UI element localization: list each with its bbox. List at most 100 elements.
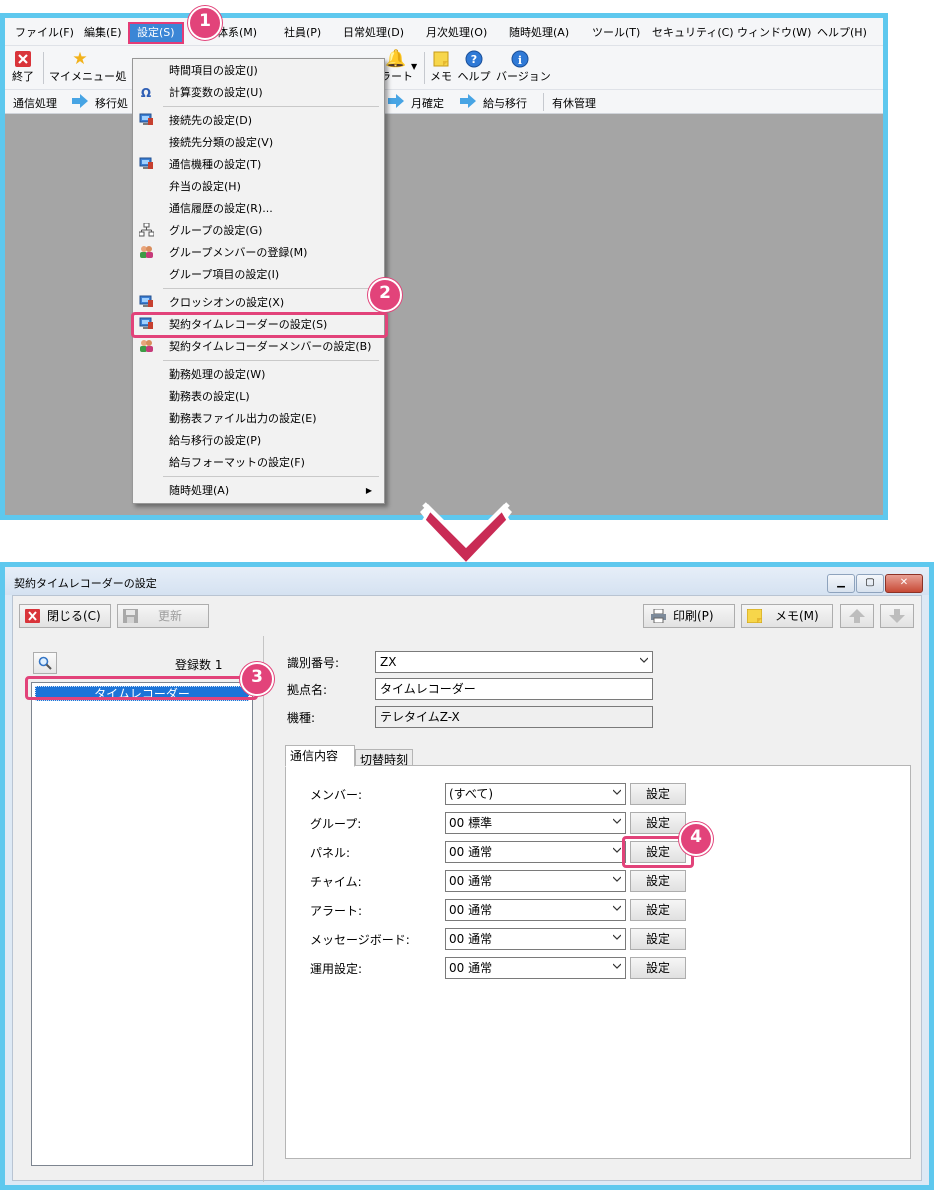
users-icon (138, 245, 154, 261)
setting-row-label: 運用設定: (310, 962, 363, 976)
setting-row-select[interactable]: 00 通常 (445, 899, 626, 921)
dropdown-item-5[interactable]: 通信機種の設定(T) (133, 154, 384, 176)
setting-row-set-button[interactable]: 設定 (630, 957, 686, 979)
dropdown-item-4[interactable]: 接続先分類の設定(V) (133, 132, 384, 154)
chevron-down-icon (613, 876, 621, 882)
bottom-screenshot-frame: 契約タイムレコーダーの設定 ▁ ▢ ✕ 閉じる(C) 更新 印刷(P) メモ(M… (0, 562, 934, 1190)
dropdown-item-13[interactable]: 契約タイムレコーダーメンバーの設定(B) (133, 336, 384, 358)
setting-row-select[interactable]: 00 通常 (445, 957, 626, 979)
dropdown-item-18[interactable]: 給与フォーマットの設定(F) (133, 452, 384, 474)
recorder-list[interactable]: タイムレコーダー (31, 682, 253, 1166)
setting-row-value: 00 通常 (449, 845, 493, 859)
dropdown-item-7[interactable]: 通信履歴の設定(R)... (133, 198, 384, 220)
printer-icon (651, 609, 666, 623)
menu-bar: ファイル(F) 編集(E) 設定(S) 体系(M) 社員(P) 日常処理(D) … (5, 18, 883, 46)
setting-row-label: パネル: (310, 846, 351, 860)
highlight-list-item (25, 676, 258, 700)
arrow-right-icon (460, 94, 476, 108)
exit-button[interactable]: 終了 (8, 48, 38, 88)
tab-communication[interactable]: 通信内容 (285, 745, 355, 767)
dropdown-item-8[interactable]: グループの設定(G) (133, 220, 384, 242)
highlight-contract-recorder-item (131, 312, 388, 338)
svg-text:i: i (518, 54, 522, 67)
info-icon: i (496, 48, 544, 70)
version-button[interactable]: i バージョン (496, 48, 551, 88)
callout-3: 3 (240, 662, 274, 696)
dropdown-item-label: グループメンバーの登録(M) (169, 246, 308, 259)
setting-row-set-button[interactable]: 設定 (630, 928, 686, 950)
setting-row-select[interactable]: (すべて) (445, 783, 626, 805)
arrow-up-icon (849, 609, 865, 623)
dropdown-item-label: 接続先の設定(D) (169, 114, 253, 127)
menu-security[interactable]: セキュリティ(C) (645, 24, 741, 42)
menu-adhoc[interactable]: 随時処理(A) (502, 24, 576, 42)
setting-row-select[interactable]: 00 通常 (445, 841, 626, 863)
dropdown-item-9[interactable]: グループメンバーの登録(M) (133, 242, 384, 264)
setting-row-set-button[interactable]: 設定 (630, 870, 686, 892)
toolbar-separator (543, 93, 544, 111)
minimize-button[interactable]: ▁ (827, 574, 855, 593)
setting-row-select[interactable]: 00 通常 (445, 928, 626, 950)
dropdown-item-6[interactable]: 弁当の設定(H) (133, 176, 384, 198)
chevron-down-icon (613, 963, 621, 969)
help-button[interactable]: ? ヘルプ (457, 48, 491, 88)
setting-row-select[interactable]: 00 標準 (445, 812, 626, 834)
note-icon (747, 609, 762, 623)
dropdown-item-3[interactable]: 接続先の設定(D) (133, 110, 384, 132)
dropdown-item-17[interactable]: 給与移行の設定(P) (133, 430, 384, 452)
dropdown-item-11[interactable]: クロッシオンの設定(X) (133, 292, 384, 314)
chevron-down-icon (613, 905, 621, 911)
dropdown-item-15[interactable]: 勤務表の設定(L) (133, 386, 384, 408)
menu-window[interactable]: ウィンドウ(W) (730, 24, 818, 42)
print-button[interactable]: 印刷(P) (643, 604, 735, 628)
close-icon (8, 48, 38, 70)
menu-monthly[interactable]: 月次処理(O) (419, 24, 494, 42)
dropdown-item-2[interactable]: Ω 計算変数の設定(U) (133, 82, 384, 104)
close-icon (25, 609, 40, 623)
menu-help[interactable]: ヘルプ(H) (810, 24, 874, 42)
update-button[interactable]: 更新 (117, 604, 209, 628)
site-name-field[interactable]: タイムレコーダー (375, 678, 653, 700)
id-label: 識別番号: (287, 656, 340, 670)
close-button[interactable]: 閉じる(C) (19, 604, 111, 628)
flow-transfer[interactable]: 移行処 (95, 95, 128, 111)
setting-row-set-button[interactable]: 設定 (630, 783, 686, 805)
menu-employee[interactable]: 社員(P) (277, 24, 328, 42)
process-button[interactable]: 処 (114, 48, 128, 88)
computer-icon (138, 157, 154, 173)
setting-row-select[interactable]: 00 通常 (445, 870, 626, 892)
id-select[interactable]: ZX (375, 651, 653, 673)
menu-settings[interactable]: 設定(S) (128, 22, 184, 44)
dropdown-item-19[interactable]: 随時処理(A) ▶ (133, 480, 384, 502)
menu-file[interactable]: ファイル(F) (8, 24, 81, 42)
dropdown-item-1[interactable]: 時間項目の設定(J) (133, 60, 384, 82)
move-up-button[interactable] (840, 604, 874, 628)
window-close-button[interactable]: ✕ (885, 574, 923, 593)
search-button[interactable] (33, 652, 57, 674)
dropdown-item-14[interactable]: 勤務処理の設定(W) (133, 364, 384, 386)
arrow-down-icon (889, 609, 905, 623)
flow-comm[interactable]: 通信処理 (13, 95, 57, 111)
move-down-button[interactable] (880, 604, 914, 628)
maximize-button[interactable]: ▢ (856, 574, 884, 593)
dropdown-item-label: 計算変数の設定(U) (169, 86, 263, 99)
setting-row-set-button[interactable]: 設定 (630, 899, 686, 921)
setting-row-value: 00 標準 (449, 816, 493, 830)
memo-button[interactable]: メモ(M) (741, 604, 833, 628)
top-screenshot-frame: ファイル(F) 編集(E) 設定(S) 体系(M) 社員(P) 日常処理(D) … (0, 6, 888, 520)
dropdown-item-16[interactable]: 勤務表ファイル出力の設定(E) (133, 408, 384, 430)
dropdown-caret-icon[interactable]: ▼ (411, 62, 417, 71)
memo-button[interactable]: メモ (429, 48, 453, 88)
flow-month-close[interactable]: 月確定 (411, 95, 444, 111)
flow-salary-transfer[interactable]: 給与移行 (483, 95, 527, 111)
dropdown-item-10[interactable]: グループ項目の設定(I) (133, 264, 384, 286)
flow-paid-leave[interactable]: 有休管理 (552, 95, 596, 111)
menu-edit[interactable]: 編集(E) (77, 24, 129, 42)
setting-row-set-button[interactable]: 設定 (630, 812, 686, 834)
menu-tools[interactable]: ツール(T) (585, 24, 647, 42)
menu-daily[interactable]: 日常処理(D) (336, 24, 411, 42)
mymenu-button[interactable]: ★ マイメニュー (49, 48, 115, 88)
model-label: 機種: (287, 711, 316, 725)
chevron-down-icon (613, 818, 621, 824)
setting-row-value: (すべて) (449, 787, 494, 801)
